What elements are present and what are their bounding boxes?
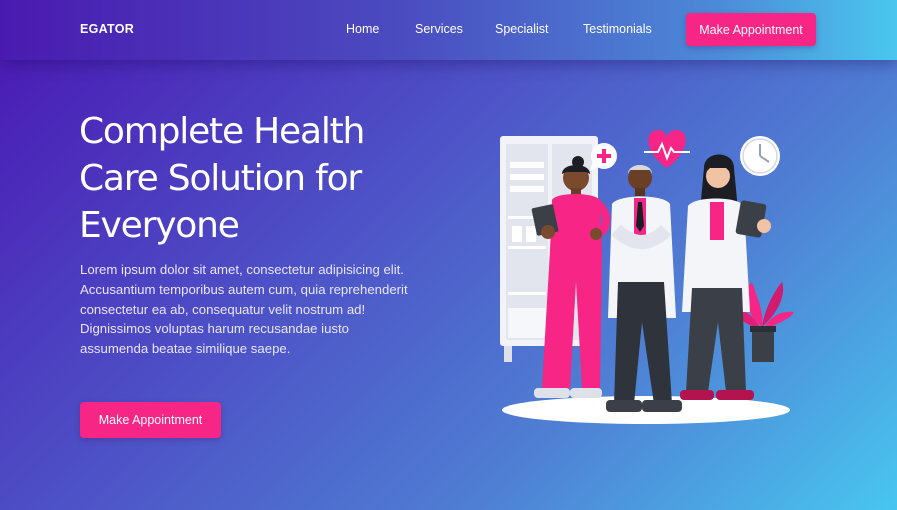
nav-link-home[interactable]: Home bbox=[346, 22, 379, 36]
navbar: EGATOR Home Services Specialist Testimon… bbox=[0, 0, 897, 60]
hero-make-appointment-button[interactable]: Make Appointment bbox=[80, 402, 221, 438]
nav-link-services[interactable]: Services bbox=[415, 22, 463, 36]
hero-description: Lorem ipsum dolor sit amet, consectetur … bbox=[80, 262, 408, 357]
brand-logo[interactable]: EGATOR bbox=[80, 22, 134, 36]
clock-icon bbox=[740, 136, 780, 176]
doctors-illustration bbox=[500, 130, 794, 424]
nav-make-appointment-button[interactable]: Make Appointment bbox=[686, 13, 816, 46]
heart-pulse-icon bbox=[644, 130, 690, 168]
doctor-lab-coat-female bbox=[680, 154, 771, 400]
nav-link-testimonials[interactable]: Testimonials bbox=[583, 22, 652, 36]
hero-title: Complete Health Care Solution for Everyo… bbox=[79, 111, 365, 246]
nav-link-specialist[interactable]: Specialist bbox=[495, 22, 549, 36]
doctor-lab-coat-male bbox=[606, 165, 682, 412]
